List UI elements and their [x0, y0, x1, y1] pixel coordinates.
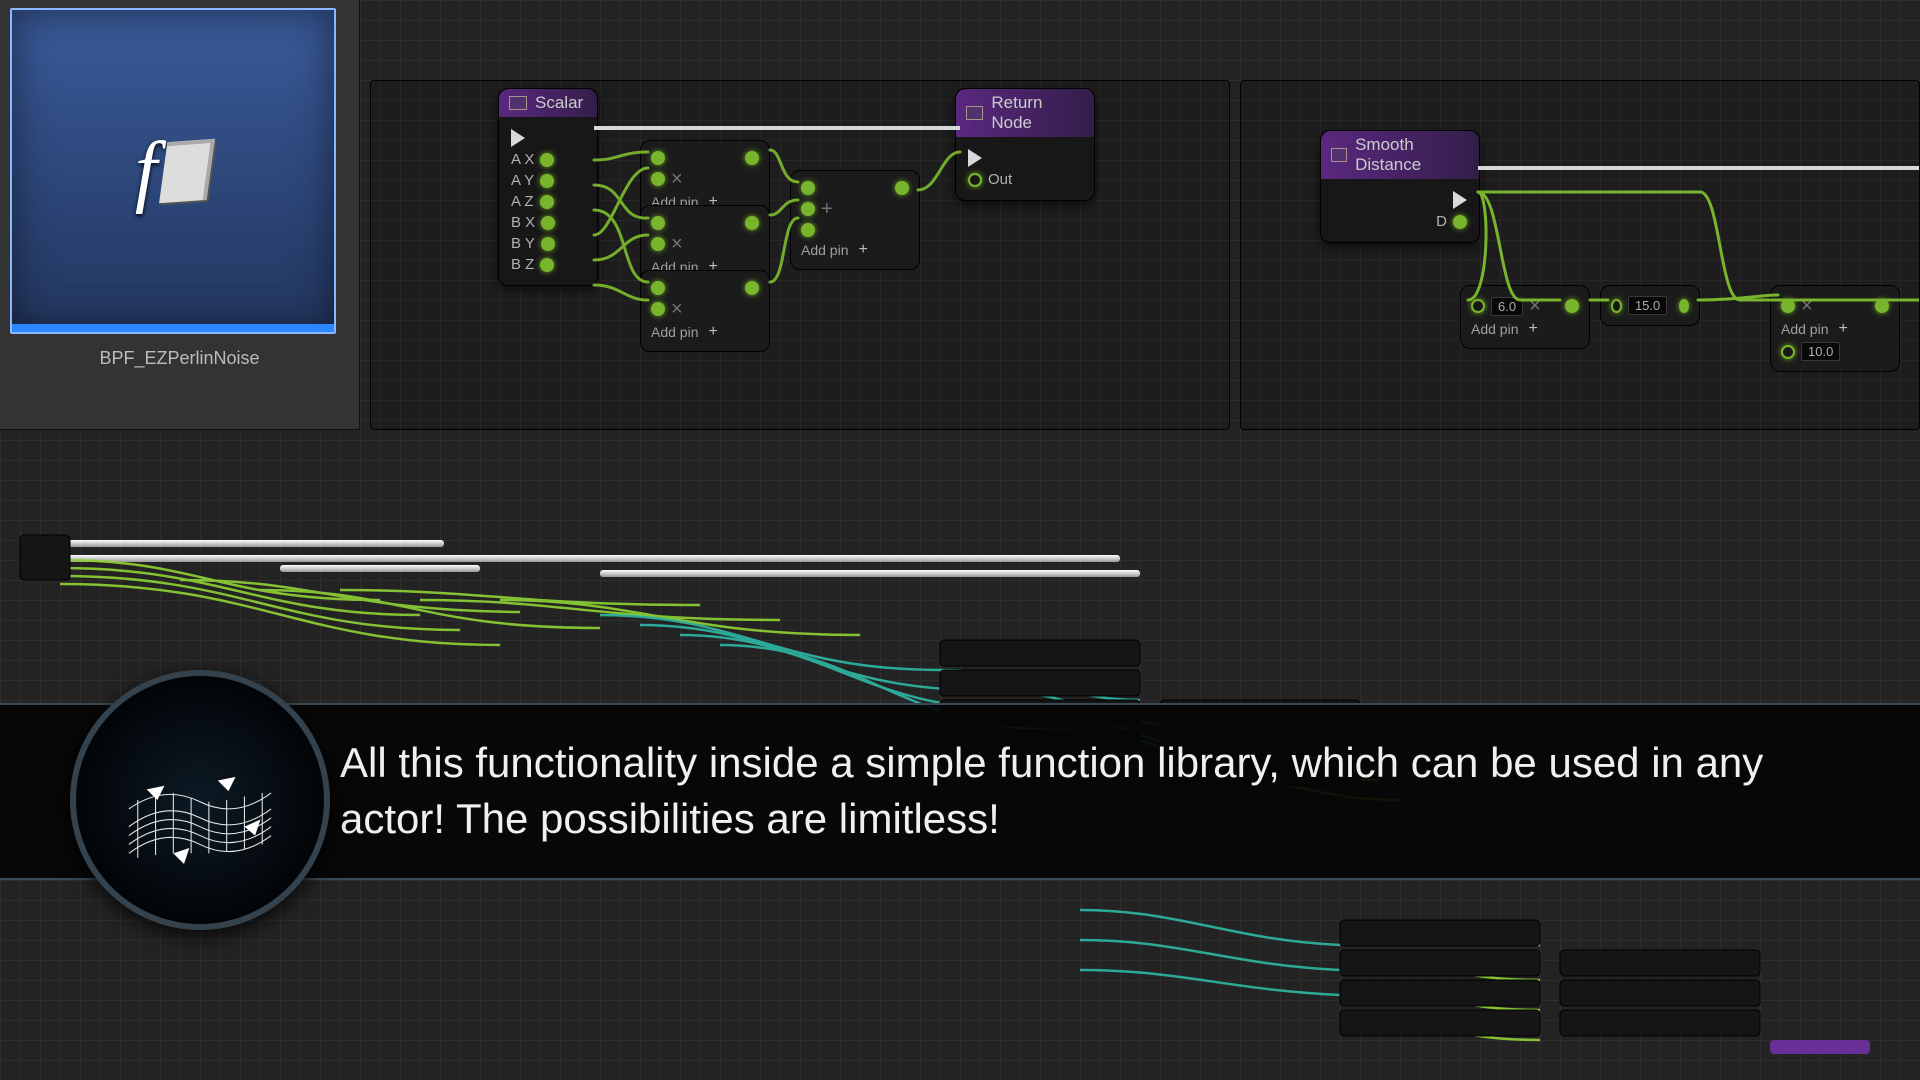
asset-thumbnail[interactable]: f	[10, 8, 336, 334]
function-glyph: f	[135, 126, 157, 217]
thumbnail-underline	[12, 324, 334, 332]
graph-region-top-right	[1240, 80, 1920, 430]
content-browser-panel: f BPF_EZPerlinNoise	[0, 0, 360, 430]
book-icon	[159, 139, 215, 204]
product-badge	[70, 670, 330, 930]
mesh-grid-icon	[110, 720, 290, 880]
function-library-icon: f	[135, 126, 211, 217]
asset-name-label[interactable]: BPF_EZPerlinNoise	[10, 348, 349, 369]
graph-region-top-left	[370, 80, 1230, 430]
promo-banner-text: All this functionality inside a simple f…	[340, 735, 1860, 848]
